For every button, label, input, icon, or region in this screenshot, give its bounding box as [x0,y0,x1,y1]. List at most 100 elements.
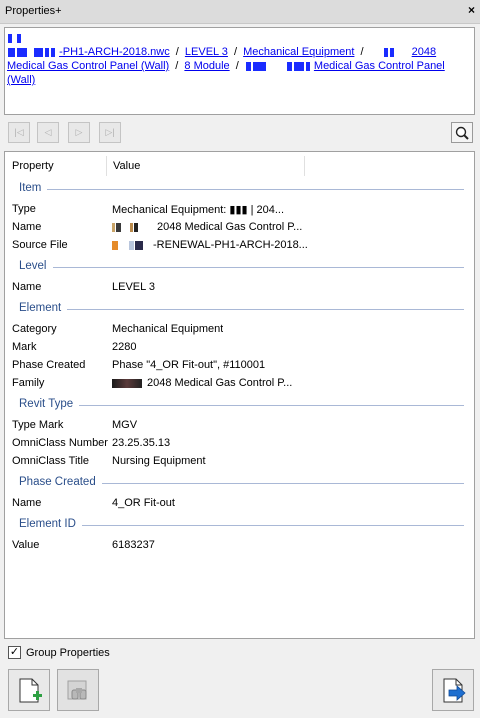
new-document-icon [19,678,42,703]
redacted-mark [7,46,56,58]
property-name: Phase Created [12,359,86,371]
section-divider [19,309,464,310]
property-name: Value [12,539,40,551]
property-row[interactable]: Source File -RENEWAL-PH1-ARCH-2018... [5,236,474,254]
property-value: -RENEWAL-PH1-ARCH-2018... [153,239,308,251]
property-row[interactable]: Value 6183237 [5,536,474,554]
breadcrumb-separator: / [233,46,238,58]
breadcrumb: -PH1-ARCH-2018.nwc / LEVEL 3 / Mechanica… [4,27,475,115]
redacted-mark [7,32,22,44]
property-value: Mechanical Equipment: ▮▮▮ | 204... [112,204,285,216]
first-icon[interactable]: |◁ [8,122,30,143]
property-name: Type [12,203,36,215]
value-column-header[interactable]: Value [113,160,140,172]
search-button[interactable] [451,122,473,143]
section-title: Revit Type [19,398,80,410]
previous-icon[interactable]: ◁ [37,122,59,143]
breadcrumb-separator: / [235,60,239,72]
new-document-button[interactable] [8,669,50,711]
redacted-mark [370,46,395,58]
section-divider [19,525,464,526]
property-row[interactable]: Name LEVEL 3 [5,278,474,296]
property-value: MGV [112,419,138,431]
property-row[interactable]: Phase Created Phase "4_OR Fit-out", #110… [5,356,474,374]
section-title: Element [19,302,68,314]
breadcrumb-separator: / [360,46,364,58]
section-title: Item [19,182,48,194]
redacted-thumbnail [112,239,144,251]
breadcrumb-separator: / [175,60,179,72]
close-icon[interactable]: × [468,3,475,17]
grid-header: Property Value [5,152,474,179]
title-bar: Properties+ × [0,0,480,24]
property-row[interactable]: Name 2048 Medical Gas Control P... [5,218,474,236]
redacted-thumbnail [112,377,143,389]
section-divider [19,189,464,190]
section-divider [19,267,464,268]
property-row[interactable]: Mark 2280 [5,338,474,356]
binoculars-icon [67,680,87,700]
find-items-button[interactable] [57,669,99,711]
property-value: Phase "4_OR Fit-out", #110001 [112,359,266,371]
property-name: Name [12,221,42,233]
breadcrumb-family-number[interactable]: 2048 [412,46,436,58]
column-divider[interactable] [304,156,305,176]
property-row[interactable]: Name 4_OR Fit-out [5,494,474,512]
property-name: Type Mark [12,419,64,431]
breadcrumb-level[interactable]: LEVEL 3 [185,46,228,58]
section-title: Element ID [19,518,82,530]
magnifier-icon [455,126,469,140]
property-name: Name [12,497,42,509]
section-title: Phase Created [19,476,102,488]
property-value: Mechanical Equipment [112,323,224,335]
breadcrumb-module[interactable]: 8 Module [184,60,229,72]
column-divider[interactable] [106,156,107,176]
property-value: 4_OR Fit-out [112,497,175,509]
property-name: OmniClass Number [12,437,108,449]
next-icon[interactable]: ▷ [68,122,90,143]
property-column-header[interactable]: Property [12,160,54,172]
property-value: Nursing Equipment [112,455,206,467]
group-properties-label[interactable]: Group Properties [26,647,110,659]
property-row[interactable]: Family 2048 Medical Gas Control P... [5,374,474,392]
redacted-mark [245,60,311,72]
section-phase-created[interactable]: Phase Created [5,474,474,492]
property-name: Mark [12,341,37,353]
section-revit-type[interactable]: Revit Type [5,396,474,414]
property-value: 2048 Medical Gas Control P... [147,377,293,389]
navigation-toolbar: |◁ ◁ ▷ ▷| [4,120,475,146]
property-row[interactable]: OmniClass Number 23.25.35.13 [5,434,474,452]
property-row[interactable]: Type Mark MGV [5,416,474,434]
property-name: Family [12,377,45,389]
property-name: Source File [12,239,68,251]
section-divider [19,405,464,406]
property-value: 2280 [112,341,137,353]
property-name: OmniClass Title [12,455,90,467]
property-name: Name [12,281,42,293]
property-row[interactable]: Type Mechanical Equipment: ▮▮▮ | 204... [5,200,474,218]
property-value: 6183237 [112,539,155,551]
section-level[interactable]: Level [5,258,474,276]
property-row[interactable]: Category Mechanical Equipment [5,320,474,338]
property-value: 2048 Medical Gas Control P... [157,221,303,233]
group-properties-checkbox[interactable]: ✓ [8,646,21,659]
property-row[interactable]: OmniClass Title Nursing Equipment [5,452,474,470]
breadcrumb-category[interactable]: Mechanical Equipment [243,46,354,58]
redacted-thumbnail [112,221,139,233]
breadcrumb-separator: / [175,46,179,58]
property-grid: Property Value Item Type Mechanical Equi… [4,151,475,639]
section-element-id[interactable]: Element ID [5,516,474,534]
last-icon[interactable]: ▷| [99,122,121,143]
window-title: Properties+ [5,5,62,17]
section-item[interactable]: Item [5,180,474,198]
property-value: LEVEL 3 [112,281,156,293]
section-title: Level [19,260,53,272]
breadcrumb-file[interactable]: -PH1-ARCH-2018.nwc [59,46,170,58]
group-properties-row: ✓ Group Properties [4,643,475,663]
property-value: 23.25.35.13 [112,437,171,449]
section-element[interactable]: Element [5,300,474,318]
export-icon [443,678,466,703]
property-name: Category [12,323,57,335]
export-button[interactable] [432,669,474,711]
breadcrumb-family[interactable]: Medical Gas Control Panel (Wall) [7,60,169,72]
